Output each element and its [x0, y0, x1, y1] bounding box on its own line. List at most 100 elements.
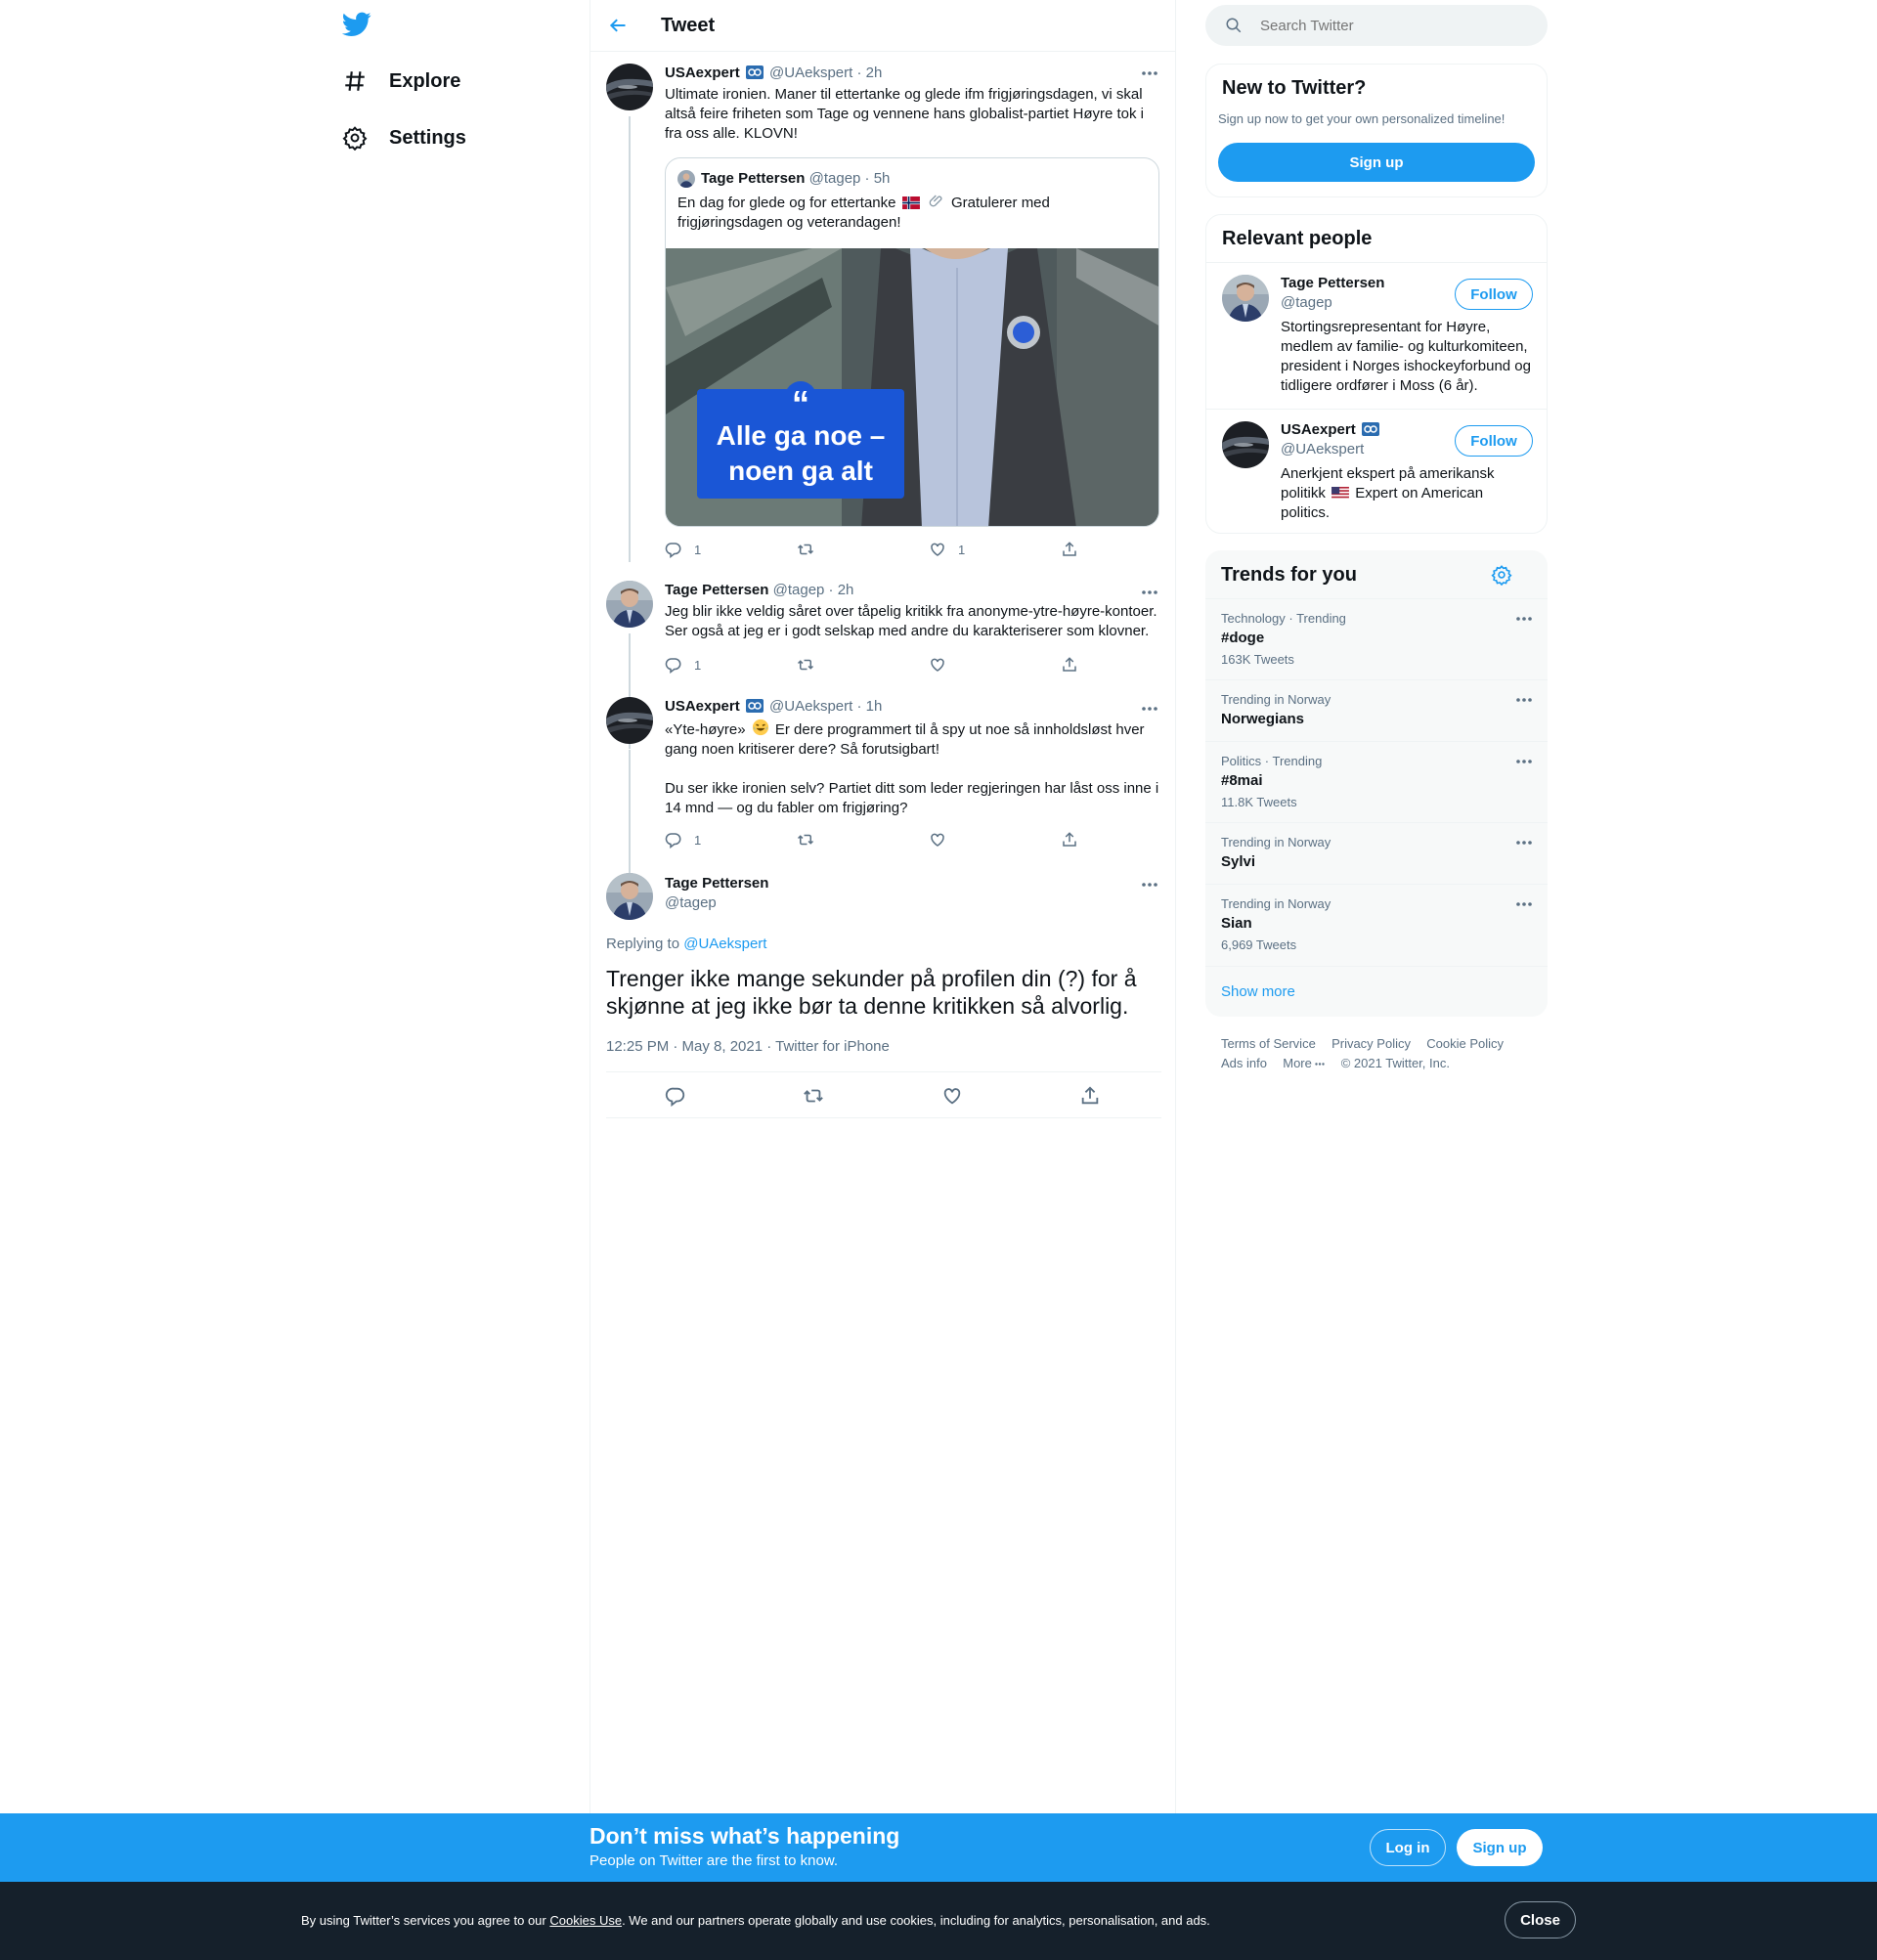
footer-link-more[interactable]: More: [1283, 1056, 1326, 1070]
signup-banner-subtitle: People on Twitter are the first to know.: [589, 1852, 839, 1869]
author-name[interactable]: Tage Pettersen: [665, 875, 768, 892]
more-options-icon[interactable]: [1142, 71, 1157, 75]
more-options-icon[interactable]: [1142, 883, 1157, 887]
author-handle[interactable]: @tagep: [773, 582, 825, 598]
reply-button[interactable]: 1: [665, 541, 701, 558]
show-more-link[interactable]: Show more: [1221, 983, 1295, 1000]
image-quote-mark: “: [792, 383, 809, 423]
retweet-button[interactable]: [797, 541, 814, 558]
footer-more-label: More: [1283, 1056, 1312, 1070]
more-options-icon[interactable]: [1516, 902, 1532, 906]
back-arrow-icon[interactable]: [608, 16, 628, 35]
follow-button[interactable]: Follow: [1455, 279, 1533, 310]
signup-banner-title: Don’t miss what’s happening: [589, 1823, 900, 1849]
like-button[interactable]: [929, 831, 946, 849]
twitter-logo-icon[interactable]: [342, 12, 371, 37]
author-handle[interactable]: @UAekspert: [769, 65, 852, 81]
person-item[interactable]: Tage Pettersen @tagep Follow Stortingsre…: [1206, 262, 1547, 409]
share-button[interactable]: [1061, 541, 1078, 558]
reply-button[interactable]: [665, 1085, 686, 1107]
retweet-button[interactable]: [803, 1085, 824, 1107]
tweet-2[interactable]: Tage Pettersen @tagep · 2h Jeg blir ikke…: [606, 581, 1161, 749]
author-name[interactable]: Tage Pettersen: [665, 582, 768, 598]
quoted-tweet[interactable]: Tage Pettersen @tagep · 5h En dag for gl…: [665, 157, 1159, 527]
cookies-use-link[interactable]: Cookies Use: [549, 1913, 622, 1928]
trend-context: Politics · Trending: [1221, 754, 1323, 768]
person-name[interactable]: USAexpert: [1281, 421, 1356, 438]
more-options-icon[interactable]: [1516, 698, 1532, 702]
nav-explore[interactable]: Explore: [342, 57, 460, 106]
person-handle[interactable]: @tagep: [1281, 294, 1332, 311]
follow-button[interactable]: Follow: [1455, 425, 1533, 457]
avatar-tagep[interactable]: [606, 873, 653, 920]
tweet-time[interactable]: · 1h: [856, 698, 882, 715]
trend-item[interactable]: Technology · Trending #doge 163K Tweets: [1205, 598, 1548, 679]
retweet-button[interactable]: [797, 831, 814, 849]
share-button[interactable]: [1061, 831, 1078, 849]
footer-link-terms[interactable]: Terms of Service: [1221, 1036, 1316, 1051]
person-name[interactable]: Tage Pettersen: [1281, 275, 1384, 291]
signup-banner: Don’t miss what’s happening People on Tw…: [0, 1813, 1877, 1882]
image-caption-box: “ Alle ga noe – noen ga alt: [697, 381, 904, 499]
author-handle[interactable]: @UAekspert: [769, 698, 852, 715]
search-icon: [1225, 17, 1243, 34]
trends-settings-gear-icon[interactable]: [1491, 564, 1512, 586]
search-bar[interactable]: [1205, 5, 1548, 46]
more-options-icon[interactable]: [1142, 707, 1157, 711]
tweet-text-para2: Du ser ikke ironien selv? Partiet ditt s…: [665, 780, 1159, 816]
avatar-tagep-small: [677, 170, 695, 188]
like-button[interactable]: 1: [929, 541, 965, 558]
trend-context: Trending in Norway: [1221, 835, 1331, 849]
replying-to-handle[interactable]: @UAekspert: [683, 936, 766, 952]
trends-card: Trends for you Technology · Trending #do…: [1205, 550, 1548, 1017]
footer-link-ads-info[interactable]: Ads info: [1221, 1056, 1267, 1070]
avatar-tagep[interactable]: [1222, 275, 1269, 322]
more-options-icon[interactable]: [1516, 841, 1532, 845]
person-item[interactable]: USAexpert @UAekspert Follow Anerkjent ek…: [1206, 409, 1547, 533]
tweet-time[interactable]: · 2h: [829, 582, 854, 598]
author-handle[interactable]: @tagep: [665, 894, 717, 911]
tweet-3[interactable]: USAexpert @UAekspert · 1h «Yte-høyre» Er…: [606, 697, 1161, 906]
reply-button[interactable]: 1: [665, 656, 701, 674]
tweet-text-part1: «Yte-høyre»: [665, 721, 746, 738]
footer-link-cookie[interactable]: Cookie Policy: [1426, 1036, 1504, 1051]
share-button[interactable]: [1079, 1085, 1101, 1107]
avatar-usaexpert[interactable]: [606, 64, 653, 110]
reply-button[interactable]: 1: [665, 831, 701, 849]
image-caption-line2: noen ga alt: [728, 456, 873, 486]
avatar-tagep[interactable]: [606, 581, 653, 628]
lab-badge-icon: [1361, 422, 1379, 436]
login-button[interactable]: Log in: [1370, 1829, 1446, 1866]
share-icon: [1063, 657, 1076, 672]
like-button[interactable]: [929, 656, 946, 674]
share-button[interactable]: [1061, 656, 1078, 674]
tweet-time[interactable]: · 2h: [856, 65, 882, 81]
tweet-body: Tage Pettersen @tagep · 2h Jeg blir ikke…: [665, 581, 1161, 641]
tweet-1[interactable]: USAexpert @UAekspert · 2h Ultimate ironi…: [606, 64, 1161, 562]
avatar-usaexpert[interactable]: [1222, 421, 1269, 468]
footer-link-privacy[interactable]: Privacy Policy: [1331, 1036, 1411, 1051]
trend-context: Trending in Norway: [1221, 896, 1331, 911]
author-name[interactable]: USAexpert: [665, 698, 740, 715]
nav-settings[interactable]: Settings: [342, 113, 466, 162]
trend-item[interactable]: Trending in Norway Sian 6,969 Tweets: [1205, 884, 1548, 966]
more-options-icon[interactable]: [1516, 760, 1532, 763]
page-title: Tweet: [661, 15, 716, 36]
trend-item[interactable]: Trending in Norway Norwegians: [1205, 679, 1548, 741]
person-handle[interactable]: @UAekspert: [1281, 441, 1364, 457]
signup-banner-button[interactable]: Sign up: [1457, 1829, 1543, 1866]
like-button[interactable]: [941, 1085, 963, 1107]
more-options-icon[interactable]: [1142, 590, 1157, 594]
quote-media-image[interactable]: “ Alle ga noe – noen ga alt: [666, 248, 1158, 526]
signup-button[interactable]: Sign up: [1218, 143, 1535, 182]
search-input[interactable]: [1260, 5, 1534, 46]
retweet-button[interactable]: [797, 656, 814, 674]
avatar-usaexpert[interactable]: [606, 697, 653, 744]
tweet-meta[interactable]: 12:25 PM · May 8, 2021 · Twitter for iPh…: [606, 1038, 890, 1055]
author-name[interactable]: USAexpert: [665, 65, 740, 81]
more-options-icon[interactable]: [1516, 617, 1532, 621]
share-icon: [1063, 542, 1076, 556]
trend-item[interactable]: Politics · Trending #8mai 11.8K Tweets: [1205, 741, 1548, 822]
trend-item[interactable]: Trending in Norway Sylvi: [1205, 822, 1548, 884]
cookie-close-button[interactable]: Close: [1505, 1901, 1576, 1938]
